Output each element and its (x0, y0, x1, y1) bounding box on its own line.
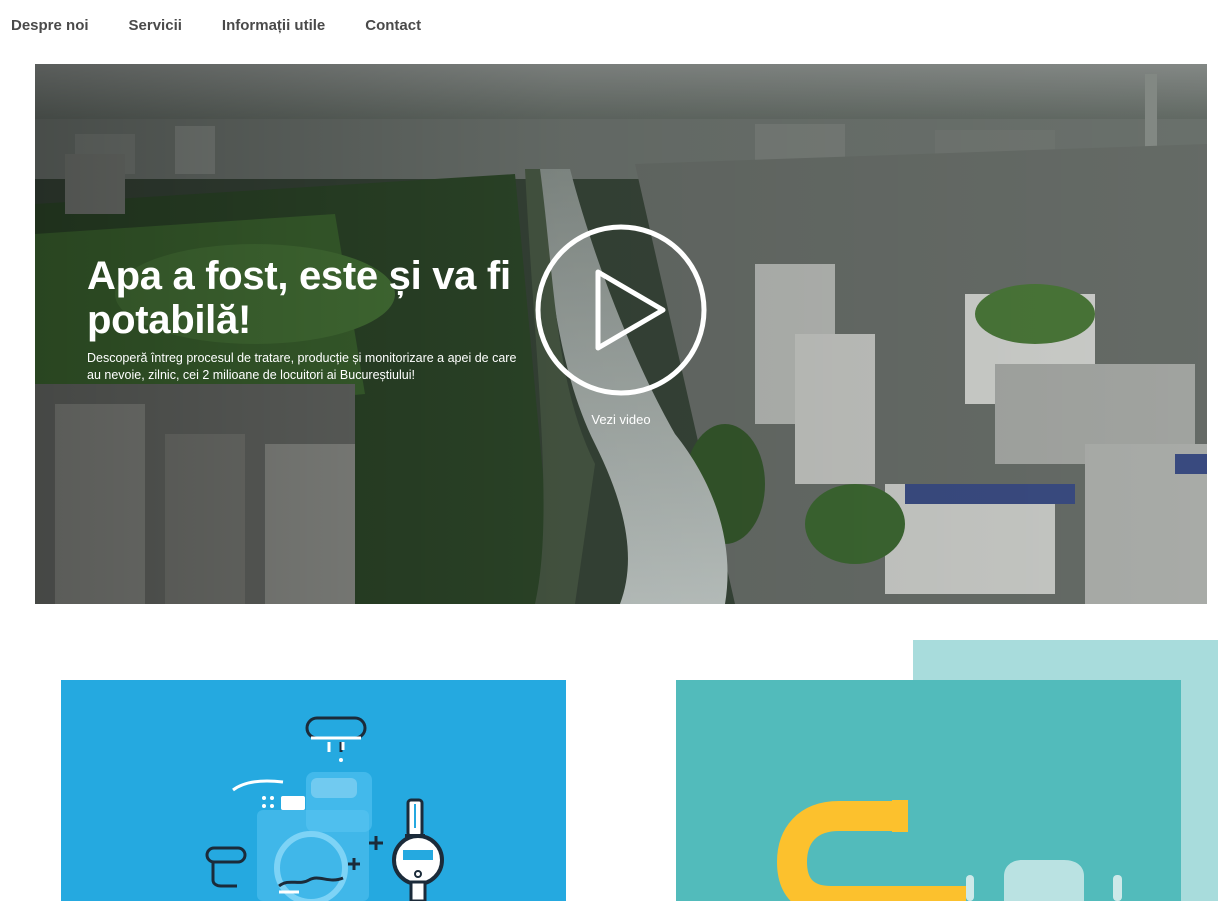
nav-item-servicii[interactable]: Servicii (129, 17, 182, 34)
play-video-button[interactable] (535, 224, 707, 396)
magnet-illustration (776, 800, 1122, 901)
card-water-treatment[interactable] (61, 680, 566, 901)
hero-subtitle: Descoperă întreg procesul de tratare, pr… (87, 351, 517, 382)
play-video-label[interactable]: Vezi video (571, 412, 671, 427)
card-water-quality[interactable] (676, 680, 1181, 901)
main-nav: Despre noi Servicii Informații utile Con… (0, 0, 1218, 50)
hero-banner: Apa a fost, este și va fi potabilă! Desc… (35, 64, 1207, 604)
play-icon (535, 224, 707, 396)
nav-item-despre-noi[interactable]: Despre noi (11, 17, 89, 34)
hero-title: Apa a fost, este și va fi potabilă! (87, 254, 511, 342)
nav-item-informatii-utile[interactable]: Informații utile (222, 17, 325, 34)
water-meter-illustration (205, 716, 444, 901)
nav-item-contact[interactable]: Contact (365, 17, 421, 34)
